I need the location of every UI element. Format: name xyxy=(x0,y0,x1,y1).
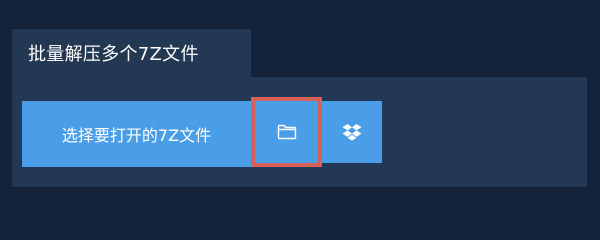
select-files-button[interactable]: 选择要打开的7Z文件 xyxy=(22,101,251,167)
dropbox-button[interactable] xyxy=(322,101,382,163)
select-files-label: 选择要打开的7Z文件 xyxy=(61,126,212,145)
dropbox-icon xyxy=(342,123,362,141)
tab-title-label: 批量解压多个7Z文件 xyxy=(28,44,199,65)
tab-title: 批量解压多个7Z文件 xyxy=(12,29,251,77)
folder-icon xyxy=(277,124,297,140)
open-folder-button[interactable] xyxy=(251,97,322,167)
